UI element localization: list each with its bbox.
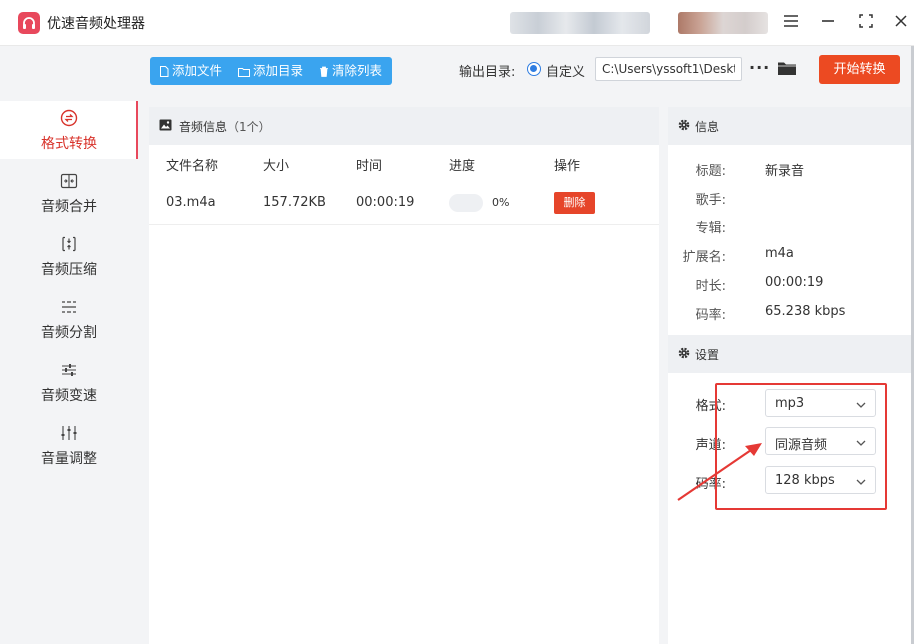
menu-icon[interactable]	[781, 13, 801, 33]
sidebar-item-label: 音频合并	[41, 199, 97, 215]
sidebar-item-format-convert[interactable]: 格式转换	[0, 101, 138, 159]
maximize-icon[interactable]	[856, 13, 876, 33]
column-header-size: 大小	[263, 159, 290, 174]
info-label-artist: 歌手:	[695, 193, 726, 208]
browse-more-button[interactable]: ···	[749, 58, 770, 77]
title-bar: 优速音频处理器	[0, 0, 914, 46]
app-title: 优速音频处理器	[47, 16, 145, 32]
gear-icon	[678, 119, 690, 135]
compress-icon	[60, 235, 78, 253]
file-toolbar: 添加文件 添加目录 清除列表	[150, 57, 392, 85]
progress-percent: 0%	[492, 196, 510, 209]
file-icon	[160, 66, 169, 77]
sidebar-item-label: 格式转换	[41, 136, 97, 152]
info-label-extension: 扩展名:	[682, 250, 726, 265]
info-section-header: 信息	[668, 107, 914, 145]
sidebar-item-volume-adjust[interactable]: 音量调整	[0, 416, 138, 474]
minimize-icon[interactable]	[818, 13, 838, 33]
sidebar-item-label: 音量调整	[41, 451, 97, 467]
delete-button[interactable]: 删除	[554, 192, 595, 214]
clear-list-button[interactable]: 清除列表	[319, 57, 382, 85]
sidebar-item-label: 音频分割	[41, 325, 97, 341]
add-directory-button[interactable]: 添加目录	[238, 57, 303, 85]
file-list-panel: 音频信息（1个） 文件名称 大小 时间 进度 操作 03.m4a 157.72K…	[149, 107, 659, 644]
app-logo-icon	[18, 12, 40, 34]
output-dir-label: 输出目录:	[459, 65, 516, 80]
blurred-user-info	[510, 12, 650, 34]
info-value-bitrate: 65.238 kbps	[765, 304, 846, 319]
settings-section-title: 设置	[695, 348, 720, 362]
custom-dir-radio[interactable]	[527, 62, 541, 76]
file-count: （1个）	[227, 120, 271, 134]
right-panel: 信息 标题: 新录音 歌手: 专辑: 扩展名: m4a 时长: 00:00:19…	[668, 107, 914, 644]
split-icon	[60, 298, 78, 316]
custom-dir-label: 自定义	[546, 65, 586, 80]
file-time-cell: 00:00:19	[356, 195, 415, 210]
file-name-cell: 03.m4a	[166, 195, 216, 210]
column-header-action: 操作	[554, 159, 581, 174]
annotation-arrow-icon	[677, 443, 762, 501]
sidebar-item-audio-speed[interactable]: 音频变速	[0, 353, 138, 411]
start-convert-button[interactable]: 开始转换	[819, 55, 900, 84]
progress-bar	[449, 194, 483, 212]
sidebar-item-audio-split[interactable]: 音频分割	[0, 290, 138, 348]
sidebar-item-audio-compress[interactable]: 音频压缩	[0, 227, 138, 285]
add-file-button[interactable]: 添加文件	[159, 57, 222, 85]
trash-icon	[320, 66, 328, 77]
sidebar-item-label: 音频变速	[41, 388, 97, 404]
close-icon[interactable]	[891, 13, 911, 33]
folder-outline-icon	[238, 68, 250, 77]
sidebar-item-label: 音频压缩	[41, 262, 97, 278]
clear-list-label: 清除列表	[332, 63, 383, 78]
sidebar-item-audio-merge[interactable]: 音频合并	[0, 164, 138, 222]
volume-icon	[60, 424, 78, 442]
file-panel-title-text: 音频信息	[179, 120, 228, 134]
gear-icon	[678, 347, 690, 363]
column-header-name: 文件名称	[166, 159, 219, 174]
column-header-progress: 进度	[449, 159, 476, 174]
info-label-bitrate: 码率:	[695, 308, 726, 323]
info-value-duration: 00:00:19	[765, 275, 824, 290]
convert-icon	[60, 109, 78, 127]
file-panel-header: 音频信息（1个）	[149, 107, 659, 145]
image-icon	[159, 119, 172, 135]
settings-section-header: 设置	[668, 335, 914, 373]
info-value-title: 新录音	[765, 164, 805, 179]
speed-icon	[60, 361, 78, 379]
sidebar: 格式转换 音频合并 音频压缩 音频分割 音频变速 音量调整	[0, 97, 138, 644]
output-path-input[interactable]	[595, 57, 742, 81]
info-label-title: 标题:	[695, 164, 726, 179]
info-value-extension: m4a	[765, 246, 794, 261]
info-label-album: 专辑:	[695, 221, 726, 236]
file-panel-title: 音频信息（1个）	[179, 118, 271, 135]
info-section-title: 信息	[695, 120, 720, 134]
column-header-time: 时间	[356, 159, 383, 174]
info-label-duration: 时长:	[695, 279, 726, 294]
folder-icon[interactable]	[777, 60, 797, 80]
merge-icon	[60, 172, 78, 190]
add-directory-label: 添加目录	[253, 63, 304, 78]
table-row[interactable]: 03.m4a 157.72KB 00:00:19 0% 删除	[149, 181, 659, 225]
file-size-cell: 157.72KB	[263, 195, 326, 210]
blurred-avatar	[678, 12, 768, 34]
add-file-label: 添加文件	[172, 63, 223, 78]
